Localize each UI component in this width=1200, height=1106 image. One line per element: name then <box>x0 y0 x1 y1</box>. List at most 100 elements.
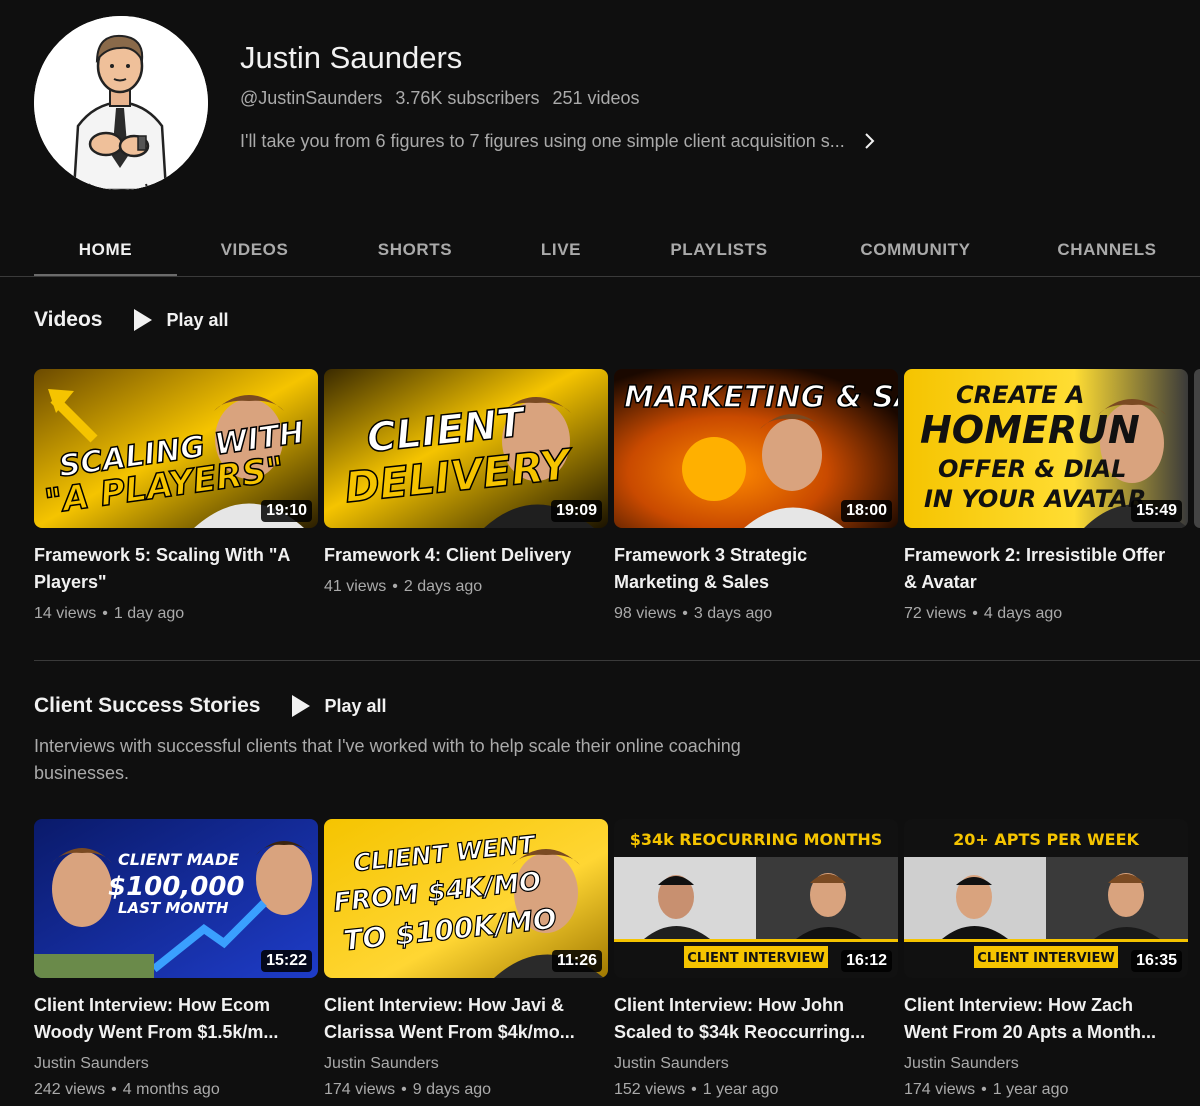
video-thumbnail[interactable]: MARKETING & SALES 18:00 <box>614 369 898 528</box>
tab-shorts[interactable]: SHORTS <box>332 222 498 277</box>
video-channel-name[interactable]: Justin Saunders <box>324 1054 608 1074</box>
video-duration: 16:35 <box>1131 950 1182 972</box>
video-title[interactable]: Client Interview: How John Scaled to $34… <box>614 992 884 1046</box>
view-count: 174 views <box>904 1081 976 1098</box>
video-thumbnail[interactable]: CLIENT WENT FROM $4K/MO TO $100K/MO 11:2… <box>324 819 608 978</box>
meta-separator: • <box>102 605 108 622</box>
video-title[interactable]: Framework 5: Scaling With "A Players" <box>34 542 304 596</box>
upload-age: 1 year ago <box>992 1081 1069 1098</box>
video-card[interactable]: MARKETING & SALES 18:00 Framework 3 Stra… <box>614 369 898 624</box>
shelf-title[interactable]: Client Success Stories <box>34 694 260 718</box>
shelf-title[interactable]: Videos <box>34 308 102 332</box>
video-card[interactable]: 20+ APTS PER WEEK CLIENT INTERVIEW 16:35… <box>904 819 1188 1100</box>
play-all-button[interactable]: Play all <box>292 695 386 717</box>
video-thumbnail[interactable]: CLIENT MADE $100,000 LAST MONTH 15:22 <box>34 819 318 978</box>
video-thumbnail[interactable]: 20+ APTS PER WEEK CLIENT INTERVIEW 16:35 <box>904 819 1188 978</box>
video-title[interactable]: Client Interview: How Ecom Woody Went Fr… <box>34 992 304 1046</box>
channel-tabs: HOME VIDEOS SHORTS LIVE PLAYLISTS COMMUN… <box>34 222 1200 277</box>
channel-handle: @JustinSaunders <box>240 88 383 108</box>
channel-stats: @JustinSaunders 3.76K subscribers 251 vi… <box>240 86 877 110</box>
thumb-text-line: $34k REOCURRING MONTHS <box>630 830 883 849</box>
view-count: 72 views <box>904 605 967 622</box>
video-thumbnail[interactable]: $34k REOCURRING MONTHS CLIENT INTERVIEW … <box>614 819 898 978</box>
meta-separator: • <box>682 605 688 622</box>
thumb-text-line: CLIENT INTERVIEW <box>977 951 1114 966</box>
video-thumbnail[interactable]: CLIENT DELIVERY 19:09 <box>324 369 608 528</box>
video-duration: 16:12 <box>841 950 892 972</box>
video-card[interactable]: CREATE A HOMERUN OFFER & DIAL IN YOUR AV… <box>904 369 1188 624</box>
video-duration: 15:49 <box>1131 500 1182 522</box>
shelf-description: Interviews with successful clients that … <box>34 736 741 783</box>
play-all-label: Play all <box>324 695 387 716</box>
video-thumbnail[interactable]: SCALING WITH "A PLAYERS" 19:10 <box>34 369 318 528</box>
meta-separator: • <box>111 1081 117 1098</box>
view-count: 98 views <box>614 605 677 622</box>
video-duration: 11:26 <box>551 950 602 972</box>
view-count: 242 views <box>34 1081 106 1098</box>
next-video-thumbnail-edge[interactable] <box>1194 369 1200 528</box>
thumb-text-line: IN YOUR AVATAR <box>924 485 1146 513</box>
channel-description-text: I'll take you from 6 figures to 7 figure… <box>240 131 845 151</box>
video-thumbnail[interactable]: CREATE A HOMERUN OFFER & DIAL IN YOUR AV… <box>904 369 1188 528</box>
upload-age: 9 days ago <box>412 1081 492 1098</box>
meta-separator: • <box>972 605 978 622</box>
video-card[interactable]: CLIENT WENT FROM $4K/MO TO $100K/MO 11:2… <box>324 819 608 1100</box>
tab-home[interactable]: HOME <box>34 222 177 277</box>
video-card[interactable]: CLIENT DELIVERY 19:09 Framework 4: Clien… <box>324 369 608 597</box>
video-duration: 15:22 <box>261 950 312 972</box>
video-meta: 152 views • 1 year ago <box>614 1080 898 1100</box>
thumb-text-line: LAST MONTH <box>118 899 229 917</box>
video-title[interactable]: Framework 2: Irresistible Offer & Avatar <box>904 542 1174 596</box>
meta-separator: • <box>691 1081 697 1098</box>
tab-channels[interactable]: CHANNELS <box>1017 222 1197 277</box>
avatar-illustration <box>34 16 208 190</box>
upload-age: 4 days ago <box>983 605 1063 622</box>
video-channel-name[interactable]: Justin Saunders <box>904 1054 1188 1074</box>
video-meta: 174 views • 1 year ago <box>904 1080 1188 1100</box>
videos-shelf-header: Videos Play all <box>34 308 229 332</box>
view-count: 41 views <box>324 578 387 595</box>
thumb-text-line: $100,000 <box>108 872 245 902</box>
video-meta: 41 views • 2 days ago <box>324 577 608 597</box>
play-all-label: Play all <box>166 309 229 330</box>
video-meta: 14 views • 1 day ago <box>34 604 318 624</box>
video-duration: 18:00 <box>841 500 892 522</box>
video-duration: 19:09 <box>551 500 602 522</box>
channel-meta: Justin Saunders @JustinSaunders 3.76K su… <box>240 38 877 153</box>
thumb-text-line: CREATE A <box>956 381 1084 409</box>
video-title[interactable]: Framework 3 Strategic Marketing & Sales <box>614 542 884 596</box>
channel-avatar[interactable] <box>34 16 208 190</box>
channel-name: Justin Saunders <box>240 40 463 75</box>
upload-age: 2 days ago <box>403 578 483 595</box>
play-all-button[interactable]: Play all <box>134 309 229 331</box>
video-title[interactable]: Framework 4: Client Delivery <box>324 542 594 569</box>
channel-header: Justin Saunders @JustinSaunders 3.76K su… <box>34 16 1194 192</box>
video-card[interactable]: SCALING WITH "A PLAYERS" 19:10 Framework… <box>34 369 318 624</box>
shelf-divider <box>34 660 1200 661</box>
view-count: 14 views <box>34 605 97 622</box>
thumb-text-line: OFFER & DIAL <box>938 455 1126 483</box>
success-shelf-header: Client Success Stories Play all <box>34 694 386 718</box>
view-count: 152 views <box>614 1081 686 1098</box>
meta-separator: • <box>981 1081 987 1098</box>
video-channel-name[interactable]: Justin Saunders <box>614 1054 898 1074</box>
tab-playlists[interactable]: PLAYLISTS <box>624 222 814 277</box>
video-card[interactable]: $34k REOCURRING MONTHS CLIENT INTERVIEW … <box>614 819 898 1100</box>
video-title[interactable]: Client Interview: How Zach Went From 20 … <box>904 992 1174 1046</box>
tab-videos[interactable]: VIDEOS <box>177 222 332 277</box>
tab-live[interactable]: LIVE <box>498 222 624 277</box>
thumb-text-line: 20+ APTS PER WEEK <box>953 830 1139 849</box>
video-duration: 19:10 <box>261 500 312 522</box>
channel-description[interactable]: I'll take you from 6 figures to 7 figure… <box>240 129 877 153</box>
video-count: 251 videos <box>552 88 640 108</box>
tab-community[interactable]: COMMUNITY <box>814 222 1017 277</box>
thumb-text-line: HOMERUN <box>920 408 1140 452</box>
thumb-text-line: MARKETING & SALES <box>624 380 898 415</box>
video-channel-name[interactable]: Justin Saunders <box>34 1054 318 1074</box>
video-card[interactable]: CLIENT MADE $100,000 LAST MONTH 15:22 Cl… <box>34 819 318 1100</box>
video-title[interactable]: Client Interview: How Javi & Clarissa We… <box>324 992 594 1046</box>
upload-age: 4 months ago <box>122 1081 220 1098</box>
upload-age: 1 day ago <box>113 605 185 622</box>
tabs-divider <box>0 276 1200 277</box>
video-meta: 72 views • 4 days ago <box>904 604 1188 624</box>
